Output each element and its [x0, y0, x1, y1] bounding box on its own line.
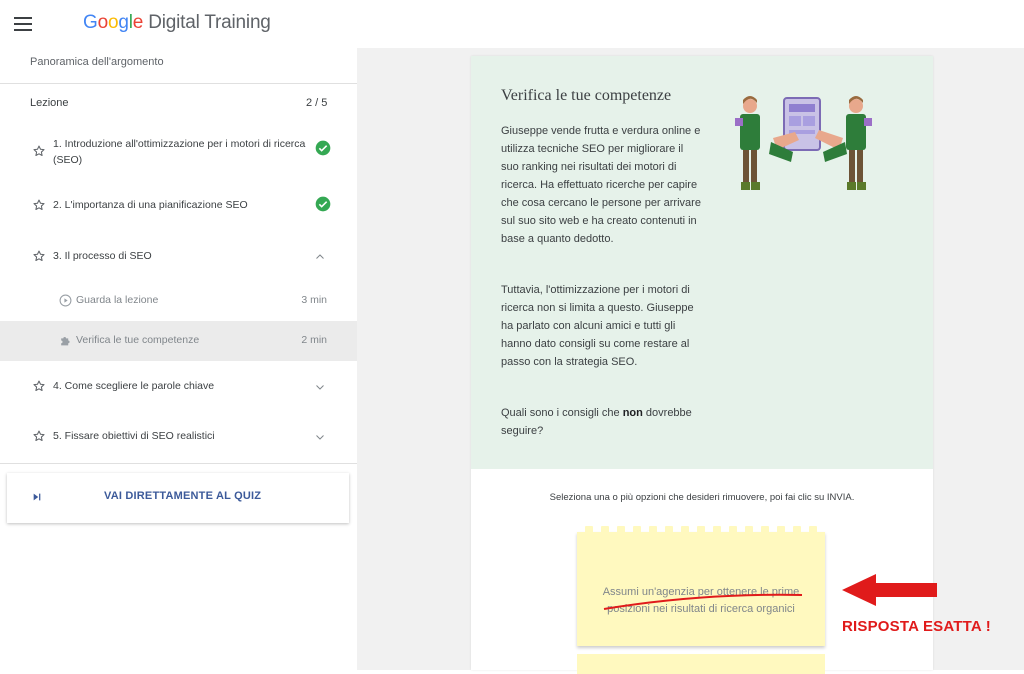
menu-icon[interactable] [14, 17, 32, 31]
divider [0, 463, 357, 464]
skip-next-icon [33, 493, 41, 501]
skip-to-quiz-button[interactable]: VAI DIRETTAMENTE AL QUIZ [7, 473, 349, 523]
star-icon[interactable] [32, 198, 46, 212]
check-circle-icon [315, 140, 331, 156]
topic-overview-link[interactable]: Panoramica dell'argomento [30, 56, 164, 68]
sidebar-item-lesson-1[interactable]: 1. Introduzione all'ottimizzazione per i… [0, 136, 357, 180]
subitem-duration: 2 min [301, 334, 327, 346]
skip-to-quiz-label: VAI DIRETTAMENTE AL QUIZ [104, 490, 262, 502]
chevron-up-icon[interactable] [314, 251, 326, 263]
lesson-heading: Lezione [30, 97, 69, 109]
question-paragraph: Giuseppe vende frutta e verdura online e… [501, 125, 701, 245]
star-icon[interactable] [32, 379, 46, 393]
play-icon [59, 294, 72, 307]
check-circle-icon [315, 196, 331, 212]
sidebar-item-label: 5. Fissare obiettivi di SEO realistici [53, 430, 215, 442]
google-digital-training-logo[interactable]: Google Digital Training [83, 12, 271, 34]
star-icon[interactable] [32, 144, 46, 158]
chevron-down-icon[interactable] [314, 381, 326, 393]
question-header: Verifica le tue competenze Giuseppe vend… [471, 56, 933, 469]
sidebar-item-label: 3. Il processo di SEO [53, 250, 152, 262]
correct-answer-annotation: RISPOSTA ESATTA ! [842, 618, 991, 635]
question-paragraph: Tuttavia, l'ottimizzazione per i motori … [501, 284, 694, 368]
sidebar-item-lesson-2[interactable]: 2. L'importanza di una pianificazione SE… [0, 194, 357, 218]
star-icon[interactable] [32, 249, 46, 263]
divider [0, 83, 357, 84]
sidebar-item-lesson-3[interactable]: 3. Il processo di SEO [0, 245, 357, 269]
page-title: Verifica le tue competenze [501, 87, 672, 104]
top-bar: Google Digital Training [0, 0, 1024, 48]
sidebar-item-lesson-4[interactable]: 4. Come scegliere le parole chiave [0, 375, 357, 399]
sidebar-item-label: 4. Come scegliere le parole chiave [53, 380, 215, 392]
subitem-label: Guarda la lezione [76, 294, 159, 306]
red-arrow-icon [842, 574, 937, 606]
chevron-down-icon[interactable] [314, 431, 326, 443]
star-icon[interactable] [32, 429, 46, 443]
sidebar-item-label: 2. L'importanza di una pianificazione SE… [53, 199, 248, 211]
sidebar-item-label: 1. Introduzione all'ottimizzazione per i… [53, 138, 306, 166]
people-illustration [735, 96, 872, 190]
answer-option-2[interactable] [577, 654, 825, 674]
subitem-duration: 3 min [301, 294, 327, 306]
subitem-check-skills[interactable]: Verifica le tue competenze 2 min [0, 321, 357, 361]
instruction-text: Seleziona una o più opzioni che desideri… [549, 492, 855, 503]
subitem-watch-lesson[interactable]: Guarda la lezione 3 min [0, 281, 357, 321]
lesson-count: 2 / 5 [306, 97, 328, 109]
sticky-note-perforation [577, 526, 825, 540]
puzzle-icon [61, 336, 70, 346]
question-prompt: Quali sono i consigli che non dovrebbe s… [501, 407, 692, 437]
subitem-label: Verifica le tue competenze [76, 334, 200, 346]
sidebar-item-lesson-5[interactable]: 5. Fissare obiettivi di SEO realistici [0, 425, 357, 449]
strikethrough-annotation [603, 593, 803, 610]
sidebar: Panoramica dell'argomento Lezione 2 / 5 … [0, 48, 357, 670]
